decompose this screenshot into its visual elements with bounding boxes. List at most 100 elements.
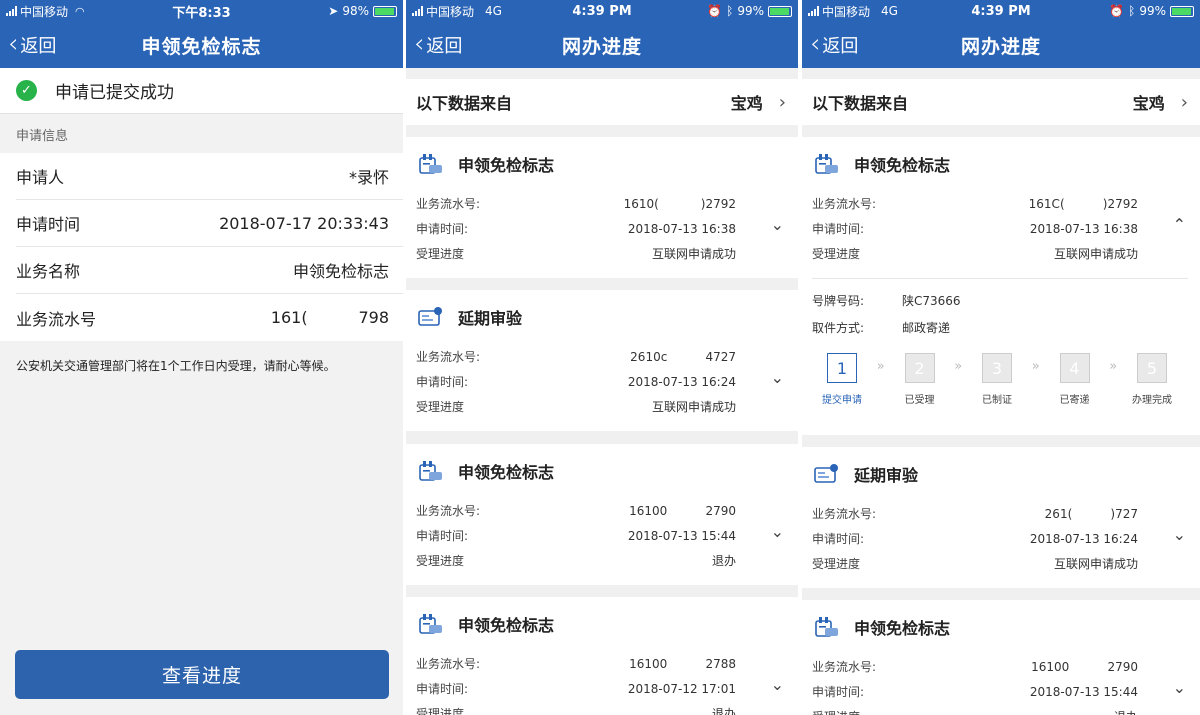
- serial-label: 业务流水号:: [416, 504, 481, 518]
- progress-value: 互联网申请成功: [1053, 557, 1138, 571]
- serial-label: 业务流水号:: [812, 507, 877, 521]
- info-row-business-name: 业务名称 申领免检标志: [16, 247, 403, 294]
- screen-apply-result: 中国移动 ◠ 下午8:33 ➤ 98% ‹ 返回 申领免检标志 ✓ 申请已提交成…: [0, 0, 403, 715]
- step-number: 3: [982, 353, 1012, 383]
- info-value: 申领免检标志: [292, 262, 389, 281]
- step-mailed: 4 已寄递: [1045, 353, 1105, 421]
- progress-label: 受理进度: [812, 557, 861, 571]
- back-button[interactable]: ‹ 返回: [414, 31, 463, 58]
- double-chevron-icon: »: [876, 359, 885, 374]
- data-source-row[interactable]: 以下数据来自 宝鸡 ›: [406, 79, 798, 125]
- license-sticker-icon: [814, 616, 840, 638]
- bluetooth-icon: ᛒ: [1128, 4, 1136, 18]
- chevron-down-icon[interactable]: ⌄: [1173, 525, 1186, 544]
- serial-label: 业务流水号:: [416, 657, 481, 671]
- serial-label: 业务流水号:: [416, 350, 481, 364]
- back-label: 返回: [822, 36, 859, 57]
- serial-value: 261( )727: [1044, 506, 1138, 521]
- progress-card[interactable]: 申领免检标志 业务流水号: 16100 2788 申请时间: 2018-07-12 …: [406, 597, 798, 715]
- chevron-left-icon: ‹: [8, 28, 19, 59]
- progress-value: 退办: [711, 554, 736, 568]
- license-sticker-icon: [814, 153, 840, 175]
- view-progress-button[interactable]: 查看进度: [15, 650, 389, 699]
- info-label: 业务流水号: [16, 309, 97, 329]
- progress-card[interactable]: 延期审验 业务流水号: 2610c 4727 申请时间: 2018-07-13 16…: [406, 290, 798, 431]
- progress-card[interactable]: 延期审验 业务流水号: 261( )727 申请时间: 2018-07-13 16:…: [802, 447, 1200, 588]
- time-label: 申请时间:: [812, 532, 865, 546]
- chevron-left-icon: ‹: [810, 28, 821, 59]
- progress-label: 受理进度: [812, 247, 861, 261]
- serial-value: 16100 2788: [629, 656, 736, 671]
- serial-label: 业务流水号:: [812, 197, 877, 211]
- time-label: 申请时间:: [416, 222, 469, 236]
- info-list: 申请人 *录怀 申请时间 2018-07-17 20:33:43 业务名称 申领…: [0, 153, 403, 341]
- chevron-down-icon[interactable]: ⌄: [771, 368, 784, 387]
- back-button[interactable]: ‹ 返回: [810, 28, 859, 59]
- info-row-serial: 业务流水号 161( 798: [16, 294, 403, 341]
- info-value: 161( 798: [270, 308, 389, 327]
- chevron-down-icon[interactable]: ⌄: [771, 675, 784, 694]
- chevron-down-icon[interactable]: ⌄: [771, 522, 784, 541]
- battery-percent: 99%: [1139, 4, 1166, 18]
- card-title: 申领免检标志: [458, 616, 555, 635]
- serial-value: 1610( )2792: [623, 196, 736, 211]
- progress-value: 退办: [1114, 708, 1138, 715]
- page-title: 申领免检标志: [141, 35, 262, 58]
- progress-card[interactable]: 申领免检标志 业务流水号: 16100 2790 申请时间: 2018-07-13 …: [406, 444, 798, 585]
- progress-label: 受理进度: [416, 554, 465, 568]
- license-sticker-icon: [418, 460, 444, 482]
- success-text: 申请已提交成功: [55, 83, 174, 103]
- page-title: 网办进度: [960, 35, 1041, 58]
- info-value: 2018-07-17 20:33:43: [219, 213, 389, 233]
- step-label: 已制证: [982, 395, 1012, 406]
- status-bar: 中国移动 4G 4:39 PM ⏰ ᛒ 99%: [406, 0, 798, 22]
- battery-percent: 98%: [342, 4, 369, 18]
- back-label: 返回: [20, 36, 57, 57]
- card-title: 申领免检标志: [458, 463, 555, 482]
- progress-label: 受理进度: [416, 247, 465, 261]
- pickup-value: 邮政寄递: [902, 321, 951, 335]
- top-bar: 中国移动 4G 4:39 PM ⏰ ᛒ 99% ‹ 返回 网办进度: [406, 0, 798, 68]
- info-row-applicant: 申请人 *录怀: [16, 153, 403, 200]
- info-label: 业务名称: [16, 262, 81, 281]
- id-card-icon: [418, 306, 444, 328]
- chevron-down-icon[interactable]: ⌄: [771, 215, 784, 234]
- license-sticker-icon: [418, 153, 444, 175]
- check-circle-icon: ✓: [16, 80, 37, 101]
- progress-card-expanded[interactable]: 申领免检标志 业务流水号: 161C( )2792 申请时间: 2018-07-13…: [802, 137, 1200, 435]
- step-submit: 1 提交申请: [812, 353, 872, 421]
- nav-bar: ‹ 返回 申领免检标志: [0, 22, 403, 68]
- back-label: 返回: [426, 36, 463, 57]
- battery-icon: [768, 5, 792, 17]
- time-value: 2018-07-13 16:38: [1029, 221, 1138, 236]
- source-city: 宝鸡: [730, 94, 763, 113]
- step-accepted: 2 已受理: [890, 353, 950, 421]
- battery-icon: [1170, 5, 1194, 17]
- back-button[interactable]: ‹ 返回: [8, 28, 57, 59]
- chevron-up-icon[interactable]: ⌃: [1173, 215, 1186, 234]
- progress-card[interactable]: 申领免检标志 业务流水号: 16100 2790 申请时间: 2018-07-13 …: [802, 600, 1200, 715]
- time-value: 2018-07-13 15:44: [627, 528, 736, 543]
- alarm-icon: ⏰: [1109, 4, 1125, 18]
- time-label: 申请时间:: [416, 682, 469, 696]
- progress-value: 互联网申请成功: [651, 400, 736, 414]
- chevron-down-icon[interactable]: ⌄: [1173, 678, 1186, 697]
- double-chevron-icon: »: [1031, 359, 1040, 374]
- license-sticker-icon: [418, 613, 444, 635]
- source-label: 以下数据来自: [812, 94, 909, 113]
- id-card-icon: [814, 463, 840, 485]
- screen-progress-expanded: 中国移动 4G 4:39 PM ⏰ ᛒ 99% ‹ 返回 网办进度 以下数据来自…: [802, 0, 1200, 715]
- step-label: 已受理: [904, 395, 935, 406]
- page-title: 网办进度: [561, 35, 642, 58]
- step-number: 2: [904, 353, 935, 383]
- serial-label: 业务流水号:: [416, 197, 481, 211]
- chevron-right-icon: ›: [778, 91, 786, 113]
- time-label: 申请时间:: [812, 222, 865, 236]
- chevron-right-icon: ›: [1180, 91, 1188, 113]
- progress-card[interactable]: 申领免检标志 业务流水号: 1610( )2792 申请时间: 2018-07-13…: [406, 137, 798, 278]
- data-source-row[interactable]: 以下数据来自 宝鸡 ›: [802, 79, 1200, 125]
- top-bar: 中国移动 ◠ 下午8:33 ➤ 98% ‹ 返回 申领免检标志: [0, 0, 403, 68]
- step-completed: 5 办理完成: [1122, 353, 1182, 421]
- time-label: 申请时间:: [812, 685, 865, 699]
- success-banner: ✓ 申请已提交成功: [0, 68, 403, 114]
